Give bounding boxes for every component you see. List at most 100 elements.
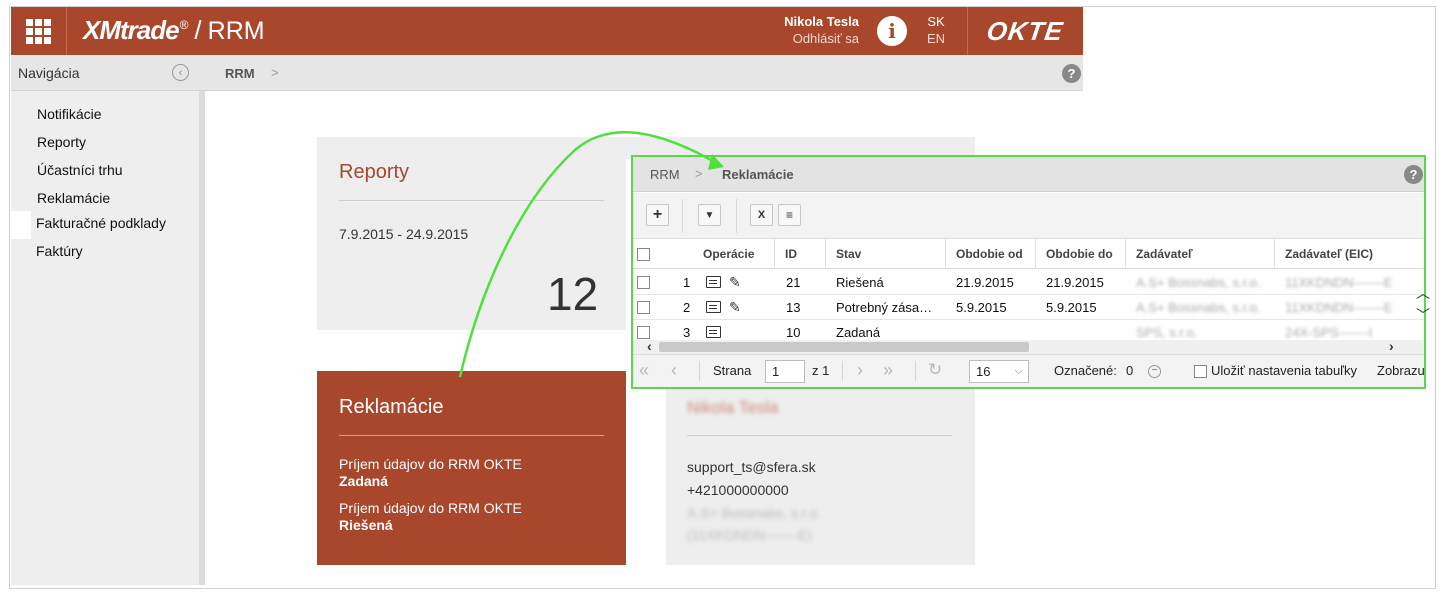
sidebar-item-ucastnici-trhu[interactable]: Účastníci trhu	[37, 162, 123, 178]
save-settings-checkbox[interactable]	[1194, 365, 1207, 378]
reklamacie-grid-popup: RRM > Reklamácie ? + ▼ X ≡ Operácie ID S…	[631, 155, 1430, 389]
apps-grid-icon	[26, 18, 51, 44]
reklamacie-card[interactable]: Reklamácie Príjem údajov do RRM OKTE Zad…	[317, 371, 626, 565]
breadcrumb: RRM > ?	[205, 55, 1083, 91]
add-button[interactable]: +	[646, 204, 669, 226]
cell-zadavatel-eic: 11XKDNDN-------E	[1285, 300, 1393, 315]
help-icon[interactable]: ?	[1062, 64, 1081, 83]
brand-registered-mark: ®	[179, 18, 189, 32]
page-size-select[interactable]: 16 ⌵	[969, 360, 1029, 383]
cell-zadavatel: A.S+ Bossnabs, s.r.o.	[1136, 275, 1261, 290]
card-divider	[687, 435, 952, 436]
reklamacie-item-status: Zadaná	[339, 473, 389, 489]
horizontal-scrollbar[interactable]: ‹ ›	[633, 338, 1424, 354]
popup-breadcrumb-rrm[interactable]: RRM	[650, 167, 680, 182]
refresh-icon[interactable]: ↻	[928, 360, 942, 380]
nav-items: Notifikácie Reporty Účastníci trhu Rekla…	[11, 91, 199, 585]
scroll-right-icon[interactable]: ›	[1389, 338, 1394, 354]
reklamacie-item-text: Príjem údajov do RRM OKTE	[339, 456, 522, 472]
reklamacie-item-text: Príjem údajov do RRM OKTE	[339, 500, 522, 516]
table-row[interactable]: 2 ✎ 13 Potrebný zása… 5.9.2015 5.9.2015 …	[633, 295, 1424, 320]
column-header-operacie[interactable]: Operácie	[693, 239, 775, 269]
app-header: XMtrade ® / RRM Nikola Tesla Odhlásiť sa…	[11, 7, 1083, 55]
column-header-stav[interactable]: Stav	[826, 239, 946, 269]
cell-zadavatel: A.S+ Bossnabs, s.r.o.	[1136, 300, 1261, 315]
chevron-down-icon: ⌵	[1014, 365, 1023, 377]
row-checkbox[interactable]	[637, 276, 650, 289]
contact-company: A.S+ Bossnabs, s.r.o.	[687, 505, 822, 521]
page-number-input[interactable]: 1	[765, 360, 805, 383]
select-all-checkbox[interactable]	[637, 248, 650, 261]
table-row[interactable]: 1 ✎ 21 Riešená 21.9.2015 21.9.2015 A.S+ …	[633, 270, 1424, 295]
okte-logo-link[interactable]: OKTE	[967, 7, 1083, 55]
cell-id: 13	[786, 300, 801, 315]
toolbar-divider	[682, 199, 683, 233]
column-header-zadavatel-eic[interactable]: Zadávateľ (EIC)	[1275, 239, 1424, 269]
brand-logo: XMtrade	[83, 15, 180, 45]
lang-en[interactable]: EN	[927, 30, 945, 47]
scroll-down-icon[interactable]: ﹀	[1416, 305, 1430, 325]
edit-icon[interactable]: ✎	[729, 299, 741, 316]
reporty-card[interactable]: Reporty 7.9.2015 - 24.9.2015 12	[317, 137, 626, 330]
row-number: 2	[683, 300, 691, 315]
sidebar-item-faktury[interactable]: Faktúry	[36, 243, 83, 259]
nav-collapse-icon[interactable]: ‹	[172, 64, 189, 81]
cell-obdobie-do: 5.9.2015	[1046, 300, 1097, 315]
okte-logo: OKTE	[985, 15, 1066, 46]
cell-stav: Potrebný zása…	[836, 300, 933, 315]
filter-button[interactable]: ▼	[698, 204, 721, 226]
export-excel-button[interactable]: X	[750, 204, 773, 226]
next-page-icon[interactable]: ›	[857, 360, 863, 381]
column-header-obdobie-do[interactable]: Obdobie do	[1036, 239, 1126, 269]
save-settings-label: Uložiť nastavenia tabuľky	[1211, 363, 1357, 378]
info-icon[interactable]: i	[877, 16, 907, 46]
column-header-obdobie-od[interactable]: Obdobie od	[946, 239, 1036, 269]
pager-divider	[842, 361, 843, 381]
logout-link[interactable]: Odhlásiť sa	[771, 31, 859, 46]
clear-selection-icon[interactable]: −	[1148, 365, 1161, 378]
table-row[interactable]: 3 10 Zadaná SPS, s.r.o. 24X-SPS-------I	[633, 320, 1424, 340]
breadcrumb-rrm[interactable]: RRM	[225, 66, 255, 81]
column-header-id[interactable]: ID	[775, 239, 826, 269]
detail-icon[interactable]	[706, 276, 721, 288]
scroll-left-icon[interactable]: ‹	[647, 338, 652, 354]
sidebar-item-reklamacie[interactable]: Reklamácie	[37, 190, 110, 206]
sidebar-item-reporty[interactable]: Reporty	[37, 134, 86, 150]
popup-breadcrumb-separator: >	[695, 166, 703, 181]
first-page-icon[interactable]: «	[639, 360, 649, 381]
card-divider	[339, 435, 604, 436]
sidebar-item-notifikacie[interactable]: Notifikácie	[37, 106, 102, 122]
contact-name: Nikola Tesla	[687, 398, 779, 417]
apps-menu-button[interactable]	[11, 7, 67, 55]
last-page-icon[interactable]: »	[883, 360, 893, 381]
export-document-button[interactable]: ≡	[778, 204, 801, 226]
scrollbar-thumb[interactable]	[659, 342, 1029, 352]
scroll-up-icon[interactable]: ︿	[1416, 283, 1430, 303]
lang-sk[interactable]: SK	[927, 13, 945, 30]
contact-card: Nikola Tesla support_ts@sfera.sk +421000…	[666, 387, 975, 565]
column-header-zadavatel[interactable]: Zadávateľ	[1126, 239, 1275, 269]
nav-scrollbar[interactable]	[199, 91, 205, 585]
nav-header: Navigácia ‹	[11, 55, 205, 91]
card-divider	[339, 200, 604, 201]
cell-obdobie-do: 21.9.2015	[1046, 275, 1104, 290]
brand-slash: /	[194, 15, 202, 45]
nav-title: Navigácia	[18, 65, 80, 81]
grid-toolbar: + ▼ X ≡	[633, 193, 1424, 239]
cell-stav: Riešená	[836, 275, 884, 290]
cell-obdobie-od: 5.9.2015	[956, 300, 1007, 315]
page-label: Strana	[713, 363, 752, 378]
reporty-count: 12	[547, 268, 599, 320]
prev-page-icon[interactable]: ‹	[671, 360, 677, 381]
page-of-label: z 1	[812, 363, 830, 378]
row-checkbox[interactable]	[637, 301, 650, 314]
detail-icon[interactable]	[706, 301, 721, 313]
user-block: Nikola Tesla Odhlásiť sa	[771, 14, 859, 46]
contact-eic: (11XKDNDN-------E)	[687, 527, 812, 543]
pager-divider	[699, 361, 700, 381]
breadcrumb-separator: >	[271, 65, 279, 80]
edit-icon[interactable]: ✎	[729, 274, 741, 291]
sidebar-item-fakturacne-podklady[interactable]: Fakturačné podklady	[36, 215, 166, 231]
popup-help-icon[interactable]: ?	[1404, 165, 1423, 184]
detail-icon[interactable]	[706, 326, 721, 338]
